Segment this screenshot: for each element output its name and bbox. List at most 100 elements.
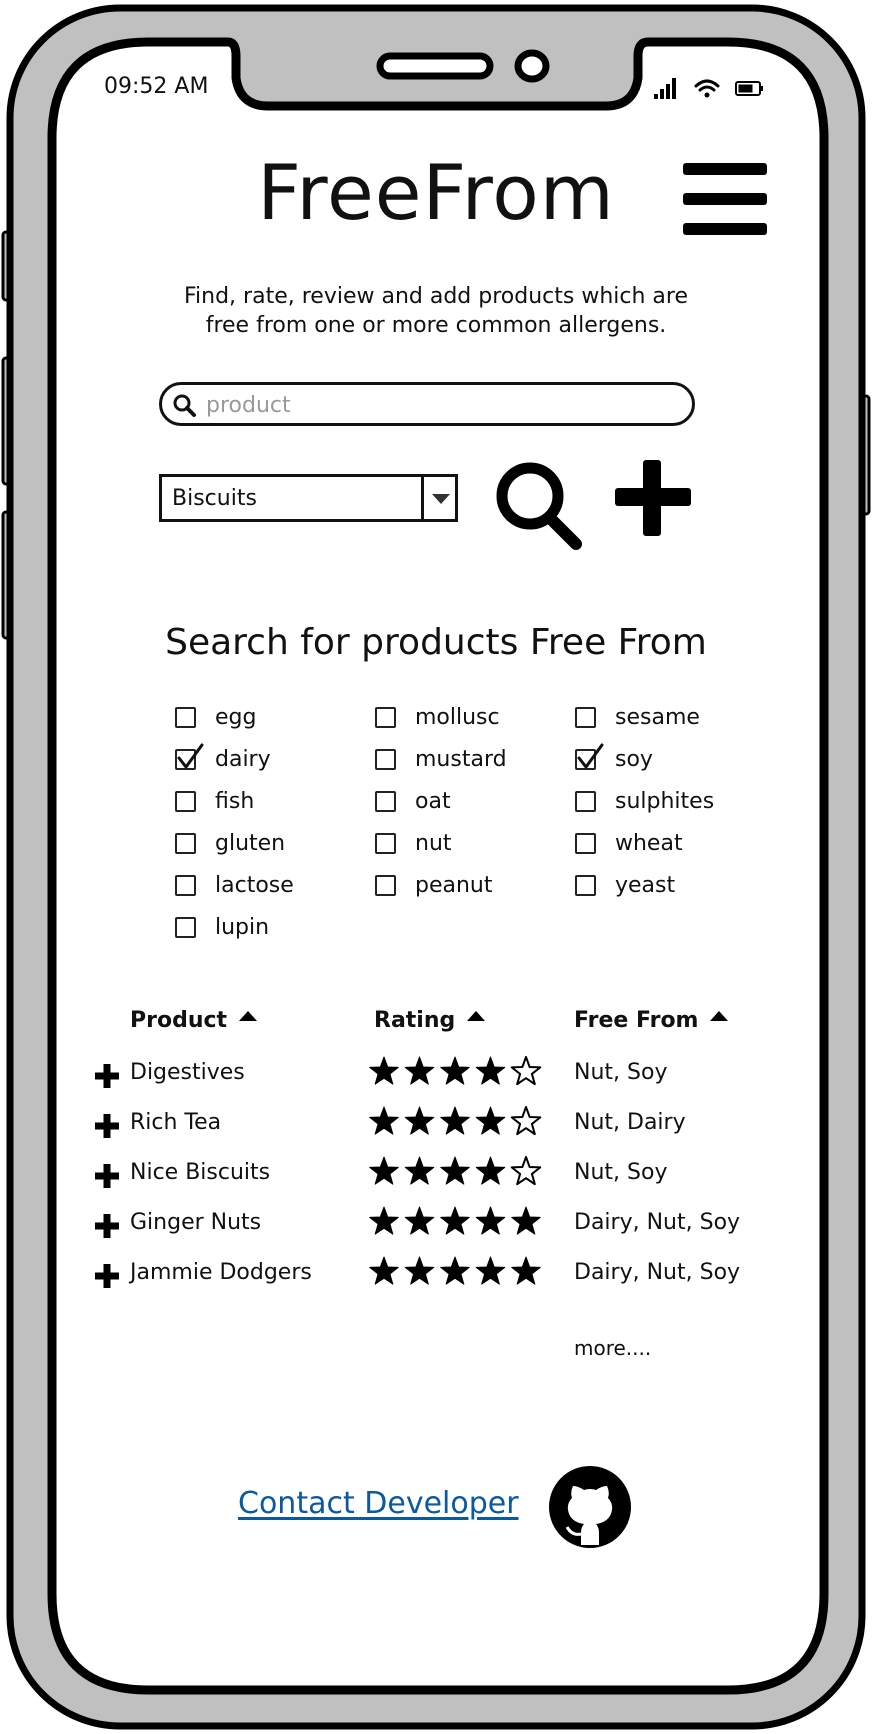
star-filled-icon	[369, 1056, 399, 1085]
allergen-checkbox[interactable]	[175, 790, 196, 812]
allergen-option[interactable]: yeast	[575, 864, 755, 906]
star-filled-icon	[440, 1256, 470, 1285]
checkmark-icon	[577, 743, 604, 768]
product-name: Jammie Dodgers	[130, 1260, 312, 1285]
star-rating	[369, 1256, 541, 1285]
allergen-column: egg dairy fish gluten lactose lupin	[175, 696, 355, 948]
allergen-checkbox[interactable]	[575, 790, 596, 812]
star-filled-icon	[475, 1256, 506, 1285]
expand-plus-icon[interactable]	[94, 1213, 120, 1239]
allergen-checkbox[interactable]	[175, 874, 196, 896]
expand-plus-icon[interactable]	[94, 1063, 120, 1089]
allergen-checkbox[interactable]	[175, 832, 196, 854]
table-row[interactable]: Rich Tea Nut, Dairy	[0, 1098, 872, 1148]
allergen-option[interactable]: lactose	[175, 864, 355, 906]
allergen-label: soy	[615, 746, 653, 772]
star-filled-icon	[404, 1256, 435, 1285]
star-filled-icon	[369, 1206, 399, 1235]
expand-plus-icon[interactable]	[94, 1113, 120, 1139]
allergen-option[interactable]: gluten	[175, 822, 355, 864]
allergen-option[interactable]: fish	[175, 780, 355, 822]
allergen-label: peanut	[415, 872, 493, 898]
table-row[interactable]: Jammie Dodgers Dairy, Nut, Soy	[0, 1248, 872, 1298]
column-header-free-from[interactable]: Free From	[574, 1008, 729, 1033]
star-filled-icon	[404, 1156, 435, 1185]
github-icon[interactable]	[548, 1465, 632, 1549]
allergen-column: mollusc mustard oat nut peanut	[375, 696, 555, 906]
allergen-checkbox[interactable]	[175, 706, 196, 728]
allergen-option[interactable]: oat	[375, 780, 555, 822]
star-filled-icon	[511, 1206, 541, 1235]
allergen-checkbox[interactable]	[575, 832, 596, 854]
allergen-checkbox[interactable]	[375, 706, 396, 728]
free-from-value: Nut, Soy	[574, 1060, 668, 1085]
select-divider	[421, 477, 424, 519]
allergen-label: oat	[415, 788, 451, 814]
column-header-rating[interactable]: Rating	[374, 1008, 486, 1033]
search-button[interactable]	[490, 458, 586, 550]
search-icon	[173, 394, 196, 417]
allergen-option[interactable]: lupin	[175, 906, 355, 948]
sort-ascending-icon	[239, 1011, 258, 1021]
expand-plus-icon[interactable]	[94, 1263, 120, 1289]
search-input[interactable]	[204, 389, 678, 421]
add-button[interactable]	[614, 458, 692, 538]
star-filled-icon	[369, 1156, 399, 1185]
allergen-label: mollusc	[415, 704, 500, 730]
more-link[interactable]: more....	[574, 1336, 651, 1360]
filter-heading: Search for products Free From	[165, 622, 707, 663]
product-table-body: Digestives Nut, Soy Rich Tea Nut, Dairy Nice…	[0, 1048, 872, 1298]
checkmark-icon	[177, 743, 204, 768]
free-from-value: Nut, Soy	[574, 1160, 668, 1185]
allergen-label: sulphites	[615, 788, 715, 814]
table-row[interactable]: Nice Biscuits Nut, Soy	[0, 1148, 872, 1198]
allergen-option[interactable]: dairy	[175, 738, 355, 780]
free-from-value: Nut, Dairy	[574, 1110, 686, 1135]
column-header-product[interactable]: Product	[130, 1008, 258, 1033]
star-empty-icon	[510, 1156, 542, 1186]
category-select[interactable]: Biscuits	[159, 474, 458, 522]
allergen-label: dairy	[215, 746, 271, 772]
allergen-checkbox[interactable]	[575, 874, 596, 896]
allergen-option[interactable]: wheat	[575, 822, 755, 864]
search-icon	[496, 462, 582, 550]
allergen-checkbox[interactable]	[575, 743, 604, 770]
allergen-option[interactable]: sesame	[575, 696, 755, 738]
star-filled-icon	[369, 1256, 399, 1285]
allergen-option[interactable]: mustard	[375, 738, 555, 780]
allergen-option[interactable]: soy	[575, 738, 755, 780]
allergen-label: egg	[215, 704, 257, 730]
contact-developer-link[interactable]: Contact Developer	[238, 1486, 519, 1521]
allergen-checkbox[interactable]	[375, 748, 396, 770]
allergen-option[interactable]: egg	[175, 696, 355, 738]
allergen-checkbox[interactable]	[575, 706, 596, 728]
category-selected-value: Biscuits	[172, 486, 257, 511]
star-rating	[369, 1206, 541, 1235]
allergen-label: mustard	[415, 746, 507, 772]
allergen-label: gluten	[215, 830, 286, 856]
allergen-checkbox[interactable]	[375, 832, 396, 854]
star-filled-icon	[440, 1156, 470, 1185]
star-filled-icon	[440, 1106, 470, 1135]
expand-plus-icon[interactable]	[94, 1163, 120, 1189]
allergen-checkbox[interactable]	[375, 874, 396, 896]
search-box[interactable]	[159, 382, 695, 426]
table-row[interactable]: Ginger Nuts Dairy, Nut, Soy	[0, 1198, 872, 1248]
column-header-label: Rating	[374, 1008, 456, 1033]
column-header-label: Free From	[574, 1008, 699, 1033]
table-row[interactable]: Digestives Nut, Soy	[0, 1048, 872, 1098]
column-header-label: Product	[130, 1008, 228, 1033]
allergen-option[interactable]: peanut	[375, 864, 555, 906]
star-filled-icon	[369, 1106, 399, 1135]
allergen-checkbox[interactable]	[175, 916, 196, 938]
tagline: Find, rate, review and add products whic…	[150, 282, 722, 340]
allergen-option[interactable]: mollusc	[375, 696, 555, 738]
allergen-checkbox[interactable]	[175, 743, 204, 770]
star-filled-icon	[440, 1206, 470, 1235]
allergen-option[interactable]: sulphites	[575, 780, 755, 822]
hamburger-menu-icon[interactable]	[683, 163, 767, 235]
allergen-option[interactable]: nut	[375, 822, 555, 864]
allergen-checkbox[interactable]	[375, 790, 396, 812]
wifi-icon	[694, 79, 720, 98]
battery-icon	[735, 81, 763, 96]
